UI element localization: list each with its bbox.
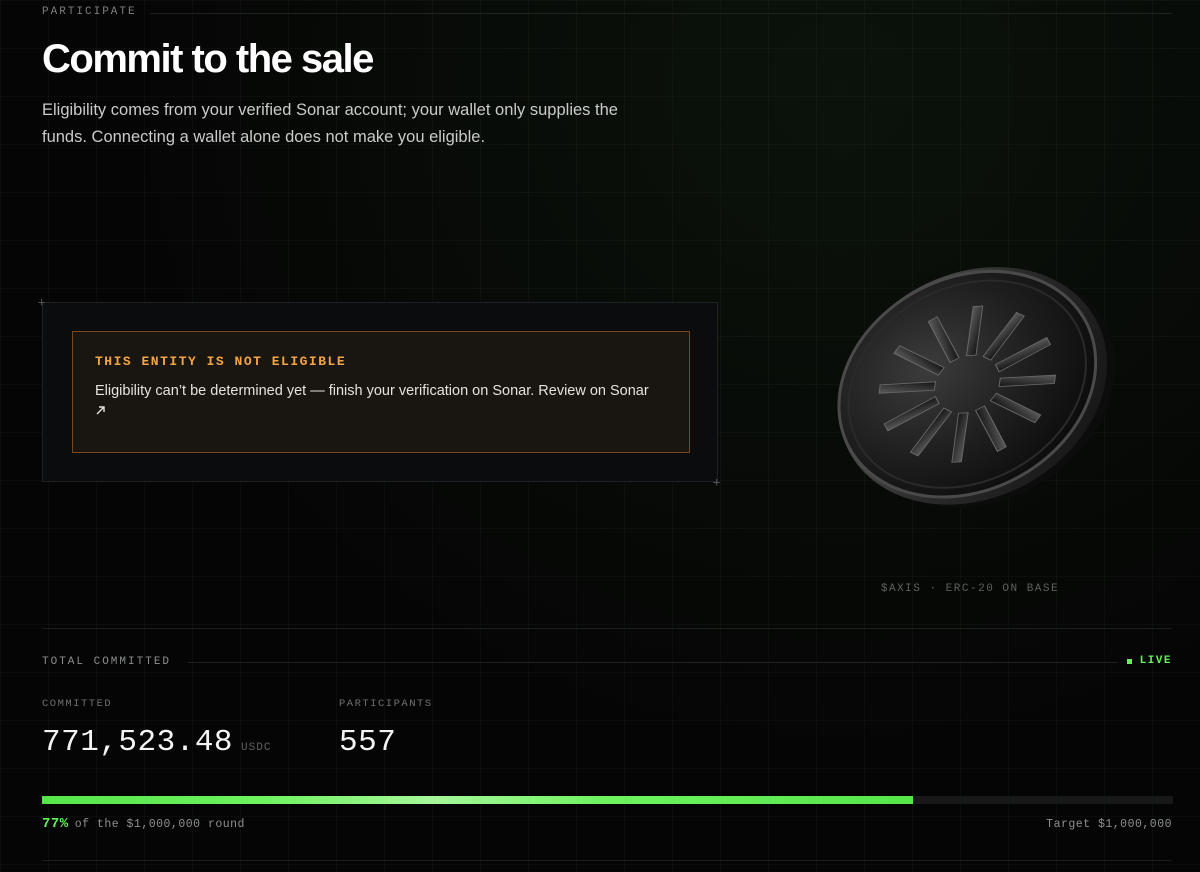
not-eligible-alert: THIS ENTITY IS NOT ELIGIBLE Eligibility … xyxy=(72,331,690,453)
committed-unit: USDC xyxy=(241,742,272,754)
participants-label: PARTICIPANTS xyxy=(339,698,433,710)
progress-percent: 77% xyxy=(42,816,69,832)
alert-title: THIS ENTITY IS NOT ELIGIBLE xyxy=(95,354,347,369)
stats-bottom-divider xyxy=(42,860,1172,861)
corner-plus-icon: + xyxy=(38,295,46,309)
target-amount: Target $1,000,000 xyxy=(1046,818,1172,831)
alert-message-text: Eligibility can’t be determined yet — fi… xyxy=(95,383,535,399)
stats-top-divider xyxy=(42,628,1172,629)
header-divider xyxy=(150,13,1172,14)
progress-suffix: of the $1,000,000 round xyxy=(74,818,245,831)
corner-plus-icon: + xyxy=(713,475,721,489)
eligibility-card: + + THIS ENTITY IS NOT ELIGIBLE Eligibil… xyxy=(38,296,720,488)
committed-value: 771,523.48 xyxy=(42,725,234,760)
total-committed-label: TOTAL COMMITTED xyxy=(42,656,172,668)
arrow-up-right-icon xyxy=(95,402,107,423)
live-label: LIVE xyxy=(1139,655,1172,667)
commit-progress-bar xyxy=(42,796,1173,804)
alert-message: Eligibility can’t be determined yet — fi… xyxy=(95,381,667,423)
section-eyebrow: PARTICIPATE xyxy=(42,6,137,18)
token-caption: $AXIS · ERC-20 ON BASE xyxy=(880,583,1060,595)
commit-page: PARTICIPATE Commit to the sale Eligibili… xyxy=(0,0,1200,872)
review-on-sonar-label: Review on Sonar xyxy=(538,383,649,399)
progress-note: 77% of the $1,000,000 round xyxy=(42,816,245,832)
page-subtitle: Eligibility comes from your verified Son… xyxy=(42,101,618,146)
committed-label: COMMITTED xyxy=(42,698,113,710)
axis-token-coin-image xyxy=(820,235,1120,535)
page-title: Commit to the sale xyxy=(42,37,374,81)
live-dot-icon xyxy=(1126,658,1132,664)
committed-amount: 771,523.48 USDC xyxy=(42,725,271,760)
stats-header-rule xyxy=(188,662,1118,663)
live-status-badge: LIVE xyxy=(1126,655,1172,667)
participants-value: 557 xyxy=(339,725,397,760)
commit-progress-fill xyxy=(42,796,913,804)
